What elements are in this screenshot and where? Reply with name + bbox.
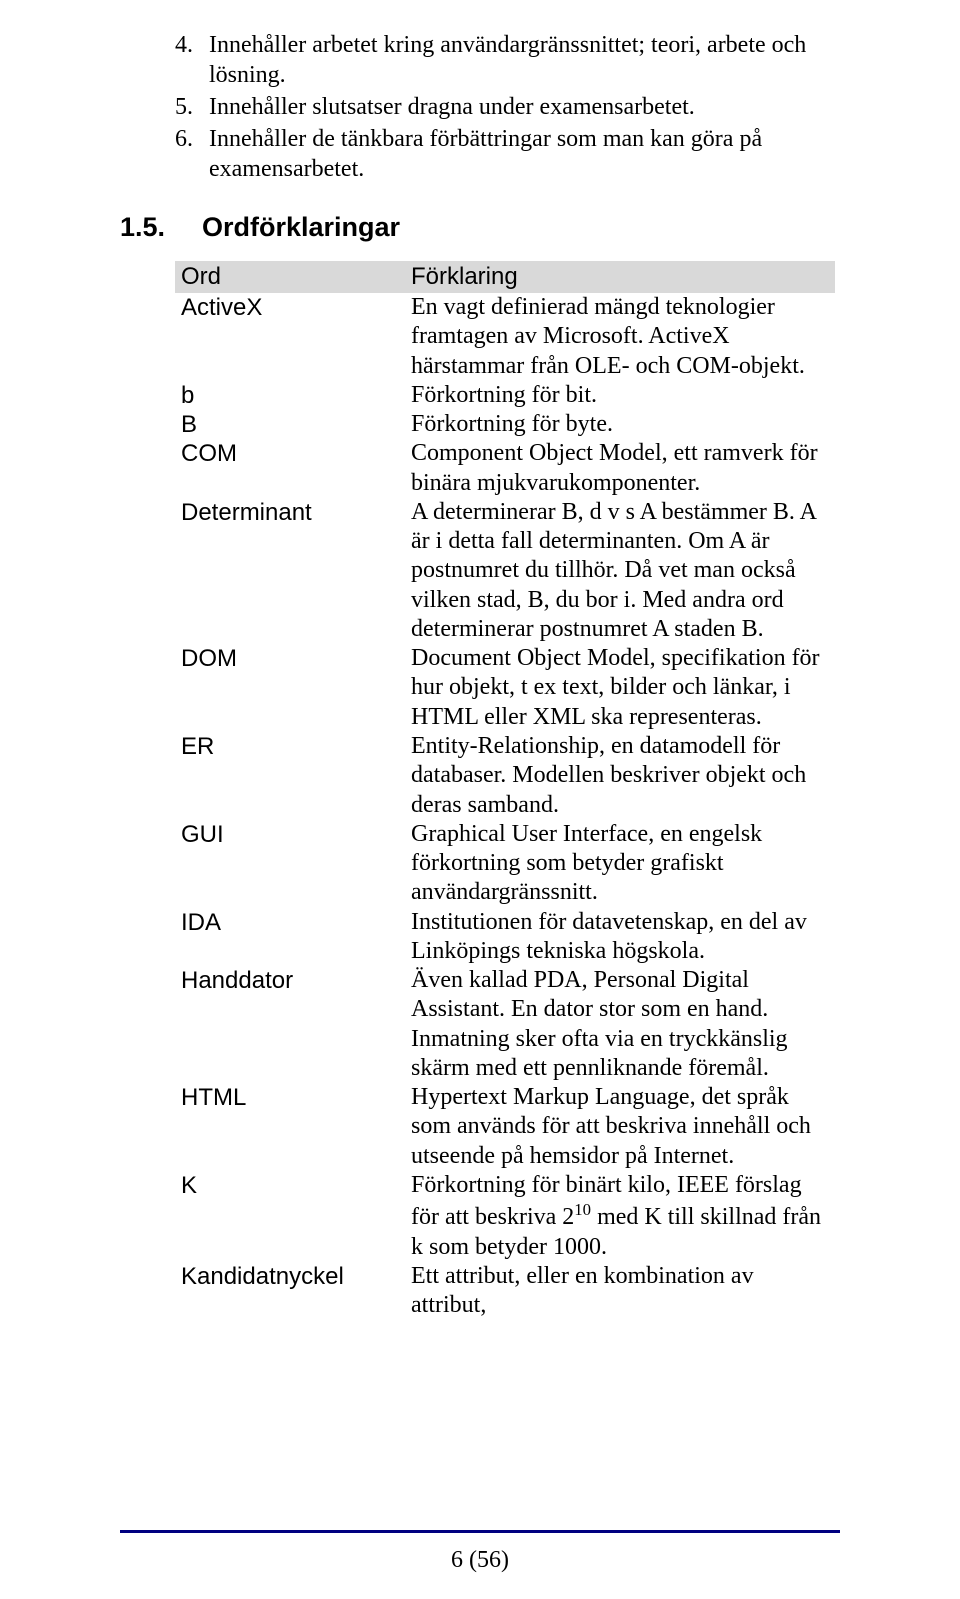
list-item-number: 5. [175, 92, 209, 122]
glossary-definition: Förkortning för byte. [405, 410, 835, 439]
numbered-list: 4. Innehåller arbetet kring användargrän… [175, 30, 840, 184]
table-row: Handdator Även kallad PDA, Personal Digi… [175, 966, 835, 1083]
glossary-definition: Ett attribut, eller en kombination av at… [405, 1262, 835, 1321]
glossary-definition: A determinerar B, d v s A bestämmer B. A… [405, 498, 835, 644]
glossary-term: ActiveX [175, 293, 405, 381]
table-row: HTML Hypertext Markup Language, det språ… [175, 1083, 835, 1171]
glossary-definition: Hypertext Markup Language, det språk som… [405, 1083, 835, 1171]
glossary-definition: Entity-Relationship, en datamodell för d… [405, 732, 835, 820]
glossary-definition: Även kallad PDA, Personal Digital Assist… [405, 966, 835, 1083]
list-item-number: 6. [175, 124, 209, 184]
glossary-term: b [175, 381, 405, 410]
list-item-text: Innehåller slutsatser dragna under exame… [209, 92, 840, 122]
table-row: B Förkortning för byte. [175, 410, 835, 439]
table-row: Kandidatnyckel Ett attribut, eller en ko… [175, 1262, 835, 1321]
footer-divider [120, 1530, 840, 1533]
section-heading: 1.5. Ordförklaringar [120, 212, 840, 243]
glossary-term: Kandidatnyckel [175, 1262, 405, 1321]
table-header-def: Förklaring [405, 261, 835, 293]
glossary-term: K [175, 1171, 405, 1262]
glossary-term: GUI [175, 820, 405, 908]
glossary-term: DOM [175, 644, 405, 732]
glossary-term: B [175, 410, 405, 439]
page-number: 6 (56) [120, 1547, 840, 1574]
table-row: Determinant A determinerar B, d v s A be… [175, 498, 835, 644]
table-header-row: Ord Förklaring [175, 261, 835, 293]
table-row: K Förkortning för binärt kilo, IEEE förs… [175, 1171, 835, 1262]
section-title: Ordförklaringar [202, 212, 400, 243]
section-number: 1.5. [120, 212, 202, 243]
table-row: ActiveX En vagt definierad mängd teknolo… [175, 293, 835, 381]
table-row: b Förkortning för bit. [175, 381, 835, 410]
glossary-term: COM [175, 439, 405, 498]
glossary-term: HTML [175, 1083, 405, 1171]
list-item-text: Innehåller de tänkbara förbättringar som… [209, 124, 840, 184]
glossary-definition: Document Object Model, specifikation för… [405, 644, 835, 732]
glossary-definition: Component Object Model, ett ramverk för … [405, 439, 835, 498]
glossary-term: IDA [175, 908, 405, 967]
glossary-definition: Institutionen för datavetenskap, en del … [405, 908, 835, 967]
list-item-text: Innehåller arbetet kring användargränssn… [209, 30, 840, 90]
glossary-definition: Förkortning för binärt kilo, IEEE försla… [405, 1171, 835, 1262]
glossary-definition: En vagt definierad mängd teknologier fra… [405, 293, 835, 381]
glossary-term: Handdator [175, 966, 405, 1083]
table-header-term: Ord [175, 261, 405, 293]
glossary-term: Determinant [175, 498, 405, 644]
table-row: COM Component Object Model, ett ramverk … [175, 439, 835, 498]
list-item: 4. Innehåller arbetet kring användargrän… [175, 30, 840, 90]
table-row: GUI Graphical User Interface, en engelsk… [175, 820, 835, 908]
list-item-number: 4. [175, 30, 209, 90]
table-row: ER Entity-Relationship, en datamodell fö… [175, 732, 835, 820]
list-item: 5. Innehåller slutsatser dragna under ex… [175, 92, 840, 122]
table-row: DOM Document Object Model, specifikation… [175, 644, 835, 732]
glossary-table: Ord Förklaring ActiveX En vagt definiera… [175, 261, 835, 1320]
glossary-term: ER [175, 732, 405, 820]
glossary-definition: Graphical User Interface, en engelsk för… [405, 820, 835, 908]
glossary-definition: Förkortning för bit. [405, 381, 835, 410]
list-item: 6. Innehåller de tänkbara förbättringar … [175, 124, 840, 184]
table-row: IDA Institutionen för datavetenskap, en … [175, 908, 835, 967]
footer: 6 (56) [120, 1530, 840, 1574]
